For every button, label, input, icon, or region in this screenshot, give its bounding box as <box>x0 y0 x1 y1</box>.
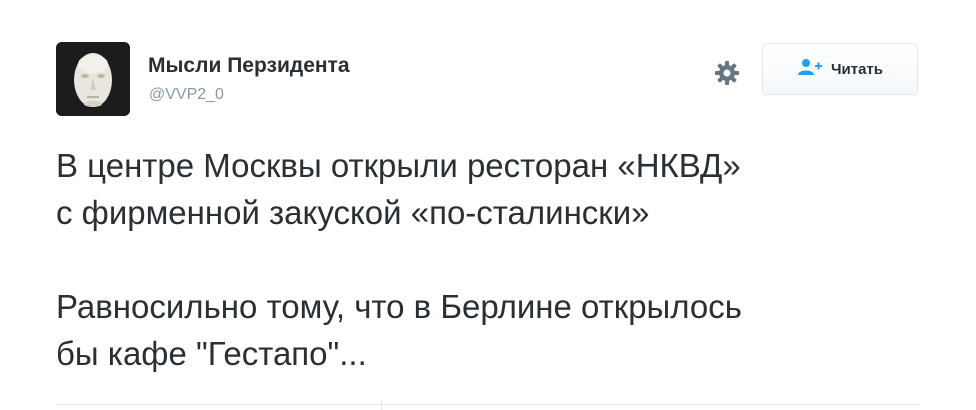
tweet-line: бы кафе "Гестапо"... <box>56 335 367 372</box>
tweet-line: с фирменной закуской «по-сталински» <box>56 194 650 231</box>
follow-button-label: Читать <box>830 60 884 78</box>
follow-button[interactable]: Читать <box>762 43 918 95</box>
tweet-line: Равносильно тому, что в Берлине открылос… <box>56 288 742 325</box>
gear-icon[interactable] <box>712 58 742 88</box>
author-display-name[interactable]: Мысли Перзидента <box>148 54 350 78</box>
tweet-line: В центре Москвы открыли ресторан «НКВД» <box>56 147 741 184</box>
author-handle[interactable]: @VVP2_0 <box>149 86 224 104</box>
divider <box>56 404 920 405</box>
death-mask-avatar-icon <box>56 42 130 116</box>
avatar[interactable] <box>56 42 130 116</box>
add-user-icon <box>797 58 823 81</box>
tweet-text: В центре Москвы открыли ресторан «НКВД» … <box>56 142 956 377</box>
divider-tick <box>381 400 382 410</box>
